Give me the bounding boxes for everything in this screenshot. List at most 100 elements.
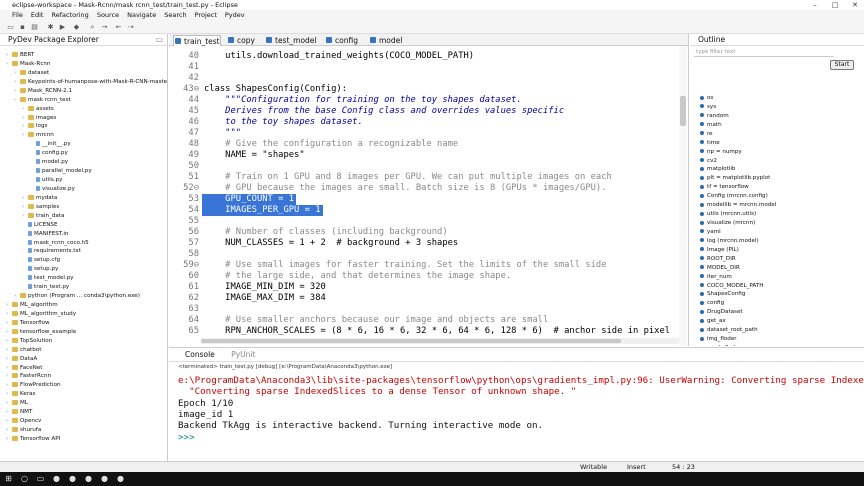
outline-item[interactable]: plt = matplotlib.pyplot [700, 174, 770, 183]
tree-item[interactable]: › mask rcnn_test [0, 96, 71, 105]
code-line[interactable]: # Use smaller anchors because our image … [204, 315, 548, 326]
tree-item[interactable]: › ML_algorithm [0, 301, 58, 310]
run-icon[interactable]: ▶ [58, 23, 67, 32]
debug-icon[interactable]: ✱ [46, 23, 55, 32]
tree-item[interactable]: › FasterRcnn [0, 372, 51, 381]
tree-item[interactable]: › DataA [0, 355, 37, 364]
tree-item[interactable]: › ML_algorithm_study [0, 310, 76, 319]
code-line[interactable]: class ShapesConfig(Config): [204, 84, 347, 95]
outline-item[interactable]: re [700, 130, 713, 139]
editor-horizontal-scrollbar[interactable] [201, 338, 679, 344]
code-line[interactable]: IMAGES_PER_GPU = 1 [204, 205, 320, 216]
tree-item[interactable]: › logs [0, 122, 47, 131]
outline-item[interactable]: utils (mrcnn.utils) [700, 210, 756, 219]
tree-item[interactable]: › Opencv [0, 417, 41, 426]
save-icon[interactable]: ▪ [18, 23, 27, 32]
outline-item[interactable]: tf = tensorflow [700, 183, 749, 192]
code-line[interactable]: utils.download_trained_weights(COCO_MODE… [204, 51, 474, 62]
outline-filter-input[interactable]: type filter text [694, 48, 834, 57]
outline-item[interactable]: get_ax [700, 317, 726, 326]
outline-item[interactable]: os [700, 94, 713, 103]
new-icon[interactable]: ▭ [6, 23, 15, 32]
tree-item[interactable]: train_test.py [0, 283, 69, 292]
pyunit-tab[interactable]: PyUnit [231, 350, 255, 359]
tree-item[interactable]: › Keras [0, 390, 35, 399]
outline-item[interactable]: cv2 [700, 157, 717, 166]
tree-item[interactable]: › Mask-Rcnn [0, 60, 50, 69]
tree-item[interactable]: › python (Program ... conda3\python.exe) [0, 292, 140, 301]
tree-item[interactable]: requirements.txt [0, 247, 81, 256]
outline-item[interactable]: DrugDataset [700, 308, 743, 317]
outline-item[interactable]: sys [700, 103, 716, 112]
menu-item[interactable]: Navigate [127, 11, 156, 19]
outline-item[interactable]: mask_floder [700, 344, 741, 346]
outline-item[interactable]: math [700, 121, 722, 130]
outline-item[interactable]: log (mrcnn.model) [700, 237, 759, 246]
code-line[interactable]: GPU_COUNT = 1 [204, 194, 294, 205]
tree-item[interactable]: › TopSolution [0, 337, 52, 346]
tree-item[interactable]: › FaceNet [0, 364, 42, 373]
code-line[interactable]: Derives from the base Config class and o… [204, 106, 564, 117]
app-icon[interactable]: ● [68, 474, 77, 484]
menu-item[interactable]: Edit [31, 11, 44, 19]
tree-item[interactable]: › dataset [0, 69, 49, 78]
menu-item[interactable]: File [12, 11, 23, 19]
tree-item[interactable]: › tensorflow_example [0, 328, 76, 337]
code-line[interactable]: NUM_CLASSES = 1 + 2 # background + 3 sha… [204, 238, 458, 249]
tree-item[interactable]: parallel_model.py [0, 167, 92, 176]
tree-item[interactable]: model.py [0, 158, 68, 167]
code-line[interactable]: RPN_ANCHOR_SCALES = (8 * 6, 16 * 6, 32 *… [204, 326, 670, 337]
app-icon[interactable]: ● [84, 474, 93, 484]
tree-item[interactable]: › Mask_RCNN-2.1 [0, 87, 72, 96]
outline-item[interactable]: COCO_MODEL_PATH [700, 282, 763, 291]
outline-item[interactable]: visualize (mrcnn) [700, 219, 755, 228]
outline-item[interactable]: yaml [700, 228, 721, 237]
external-tools-icon[interactable]: ◆ [72, 23, 81, 32]
code-editor[interactable]: train_test copy test_model config model 40 41… [169, 34, 689, 346]
editor-tab[interactable]: config [325, 35, 358, 46]
outline-item[interactable]: random [700, 112, 729, 121]
code-line[interactable]: # Number of classes (including backgroun… [204, 227, 447, 238]
tree-item[interactable]: › samples [0, 203, 59, 212]
tree-item[interactable]: › mrcnn [0, 131, 54, 140]
outline-item[interactable]: ShapesConfig [700, 290, 745, 299]
editor-tab[interactable]: train_test [173, 35, 221, 46]
tree-item[interactable]: __init__.py [0, 140, 71, 149]
close-button[interactable]: ✕ [846, 0, 864, 10]
tree-item[interactable]: LICENSE [0, 221, 57, 230]
search-icon[interactable]: ○ [20, 474, 29, 484]
outline-item[interactable]: MODEL_DIR [700, 264, 740, 273]
code-line[interactable]: NAME = "shapes" [204, 150, 304, 161]
tree-item[interactable]: setup.py [0, 265, 58, 274]
tree-item[interactable]: › assets [0, 105, 54, 114]
code-line[interactable]: to the toy shapes dataset. [204, 117, 363, 128]
tree-item[interactable]: MANIFEST.in [0, 230, 68, 239]
print-icon[interactable]: ▤ [30, 23, 39, 32]
code-line[interactable]: """ [204, 128, 241, 139]
code-line[interactable]: # Give the configuration a recognizable … [204, 139, 458, 150]
outline-item[interactable]: iter_num [700, 273, 732, 282]
code-line[interactable]: IMAGE_MIN_DIM = 320 [204, 282, 326, 293]
tree-item[interactable]: › train_data [0, 212, 64, 221]
app-icon[interactable]: ● [116, 474, 125, 484]
outline-item[interactable]: matplotlib [700, 165, 735, 174]
editor-vertical-scrollbar[interactable] [679, 46, 687, 346]
forward-nav-icon[interactable]: ⇢ [126, 23, 135, 32]
taskview-icon[interactable]: ▭ [36, 474, 45, 484]
tree-item[interactable]: visualize.py [0, 185, 75, 194]
tree-item[interactable]: setup.cfg [0, 256, 60, 265]
tree-item[interactable]: › Keypoints-of-humanpose-with-Mask-R-CNN-… [0, 78, 167, 87]
editor-tab[interactable]: test_model [265, 35, 317, 46]
menu-item[interactable]: Search [164, 11, 186, 19]
outline-item[interactable]: Config (mrcnn.config) [700, 192, 768, 201]
code-line[interactable]: """Configuration for training on the toy… [204, 95, 522, 106]
outline-item[interactable]: modellib = mrcnn.model [700, 201, 776, 210]
tree-item[interactable]: config.py [0, 149, 68, 158]
outline-item[interactable]: Image (PIL) [700, 246, 739, 255]
editor-tab[interactable]: copy [227, 35, 255, 46]
console-tab[interactable]: Console [185, 350, 215, 359]
back-icon[interactable]: ← [114, 23, 123, 32]
tree-item[interactable]: › FlowPrediction [0, 381, 61, 390]
tree-item[interactable]: › NMT [0, 408, 32, 417]
app-icon[interactable]: ● [52, 474, 61, 484]
